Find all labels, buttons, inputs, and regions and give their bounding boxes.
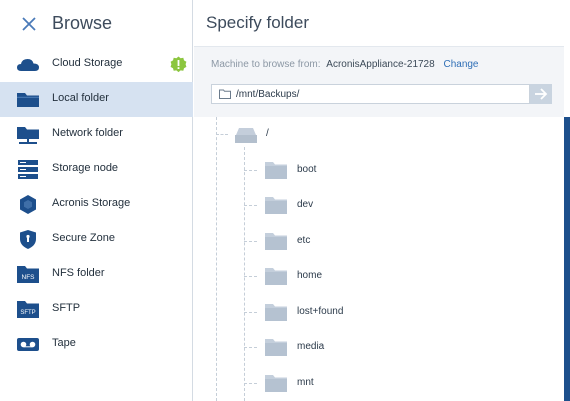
- tree-node-label: home: [297, 270, 323, 281]
- tree-node-label: mnt: [297, 377, 314, 388]
- path-input[interactable]: [236, 86, 526, 102]
- machine-line: Machine to browse from: AcronisAppliance…: [211, 59, 479, 70]
- sidebar-item-label: Cloud Storage: [52, 57, 123, 69]
- tree-node-label: dev: [297, 199, 314, 210]
- tree-node-folder[interactable]: media: [194, 330, 564, 365]
- nfs-folder-icon: NFS: [17, 266, 39, 283]
- tree-node-folder[interactable]: etc: [194, 224, 564, 259]
- path-field[interactable]: [211, 84, 530, 104]
- storage-type-list: Cloud Storage Local folder Network folde…: [0, 47, 193, 351]
- sidebar-item-nfs-folder[interactable]: NFS NFS folder: [0, 257, 193, 292]
- sidebar-item-label: SFTP: [52, 302, 81, 314]
- sftp-icon: SFTP: [17, 301, 39, 318]
- folder-tree: / boot dev etc home lost+found media mnt: [194, 117, 564, 401]
- change-machine-link[interactable]: Change: [443, 59, 478, 70]
- sidebar-item-label: Tape: [52, 337, 76, 349]
- sidebar-item-network-folder[interactable]: Network folder: [0, 117, 193, 152]
- tree-guide-line: [244, 347, 257, 348]
- tree-node-folder[interactable]: lost+found: [194, 295, 564, 330]
- tree-node-label: media: [297, 341, 325, 352]
- network-folder-icon: [17, 127, 39, 144]
- sidebar-item-label: Network folder: [52, 127, 123, 139]
- tree-guide-line: [244, 312, 257, 313]
- sidebar-item-label: Acronis Storage: [52, 197, 131, 209]
- sidebar-item-local-folder[interactable]: Local folder: [0, 82, 193, 117]
- storage-node-icon: [18, 160, 38, 179]
- tree-node-root[interactable]: /: [194, 117, 564, 151]
- sidebar-item-secure-zone[interactable]: Secure Zone: [0, 222, 193, 257]
- folder-icon: [265, 162, 287, 179]
- tree-node-folder[interactable]: dev: [194, 188, 564, 223]
- page-title: Specify folder: [206, 13, 309, 32]
- svg-text:SFTP: SFTP: [20, 310, 35, 316]
- tree-node-folder[interactable]: mnt: [194, 366, 564, 401]
- tree-guide-line: [244, 241, 257, 242]
- drive-icon: [235, 128, 257, 143]
- arrow-right-icon[interactable]: [530, 84, 552, 104]
- browse-settings-bar: Machine to browse from: AcronisAppliance…: [194, 46, 564, 117]
- folder-icon: [265, 268, 287, 285]
- tree-node-label: etc: [297, 235, 311, 246]
- specify-folder-panel: Specify folder Machine to browse from: A…: [194, 0, 570, 401]
- machine-name: AcronisAppliance-21728: [326, 59, 435, 70]
- folder-icon: [265, 197, 287, 214]
- machine-caption: Machine to browse from:: [211, 59, 321, 70]
- folder-outline-icon: [219, 89, 231, 99]
- sidebar-header: Browse: [0, 0, 193, 48]
- folder-icon: [265, 375, 287, 392]
- sidebar-item-cloud-storage[interactable]: Cloud Storage: [0, 47, 193, 82]
- tree-node-label: lost+found: [297, 306, 344, 317]
- tree-node-label: /: [266, 128, 269, 139]
- cloud-icon: [17, 59, 39, 71]
- local-folder-icon: [17, 93, 39, 107]
- folder-icon: [265, 339, 287, 356]
- sidebar-item-storage-node[interactable]: Storage node: [0, 152, 193, 187]
- sidebar-item-tape[interactable]: Tape: [0, 327, 193, 362]
- tree-node-folder[interactable]: home: [194, 259, 564, 294]
- tape-icon: [17, 338, 39, 351]
- browse-sidebar: Browse Cloud Storage Local folder Networ…: [0, 0, 193, 401]
- sidebar-item-sftp[interactable]: SFTP SFTP: [0, 292, 193, 327]
- tree-guide-line: [244, 276, 257, 277]
- sidebar-item-acronis-storage[interactable]: Acronis Storage: [0, 187, 193, 222]
- tree-node-folder[interactable]: boot: [194, 153, 564, 188]
- sidebar-item-label: Secure Zone: [52, 232, 115, 244]
- tree-node-label: boot: [297, 164, 317, 175]
- tree-guide-line: [244, 383, 257, 384]
- sidebar-item-label: NFS folder: [52, 267, 105, 279]
- sidebar-title: Browse: [52, 13, 113, 33]
- tree-guide-line: [244, 205, 257, 206]
- scrollbar[interactable]: [564, 117, 570, 401]
- folder-icon: [265, 233, 287, 250]
- sidebar-item-label: Storage node: [52, 162, 119, 174]
- svg-text:NFS: NFS: [22, 274, 36, 281]
- warning-badge-icon[interactable]: [170, 56, 187, 73]
- folder-icon: [265, 304, 287, 321]
- secure-zone-icon: [20, 230, 36, 249]
- tree-guide-line: [244, 170, 257, 171]
- sidebar-item-label: Local folder: [52, 92, 109, 104]
- acronis-storage-icon: [20, 195, 36, 214]
- close-icon[interactable]: [18, 13, 40, 35]
